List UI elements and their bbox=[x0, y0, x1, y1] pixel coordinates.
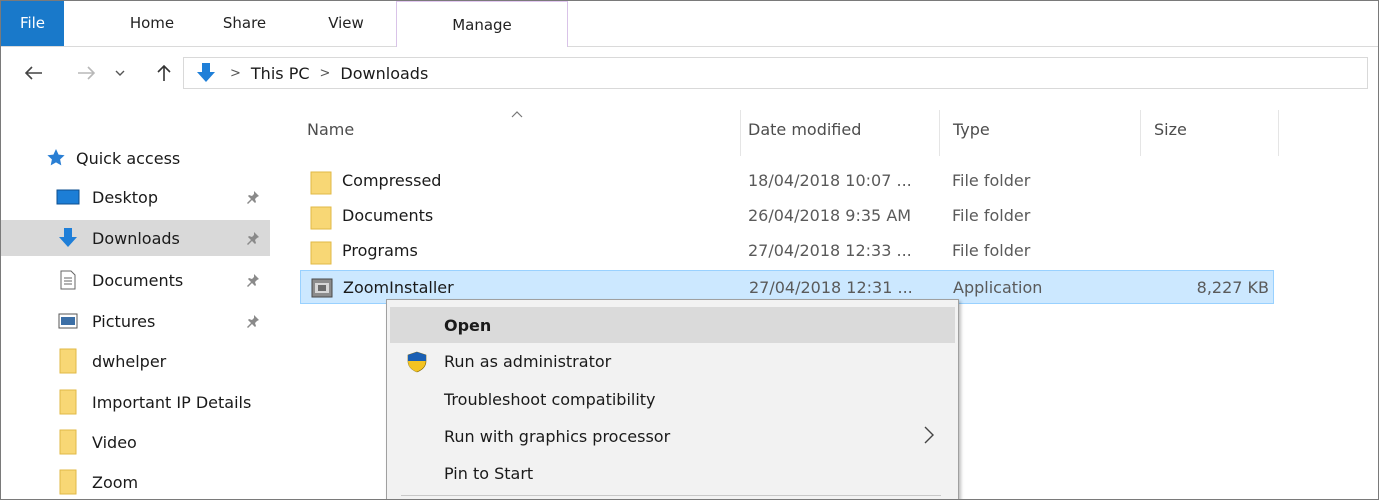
pin-icon[interactable] bbox=[246, 230, 260, 249]
pin-icon[interactable] bbox=[246, 272, 260, 291]
folder-icon bbox=[50, 389, 86, 415]
folder-icon bbox=[50, 348, 86, 374]
recent-locations-button[interactable] bbox=[111, 61, 129, 85]
folder-icon bbox=[310, 170, 332, 200]
breadcrumb-downloads[interactable]: Downloads bbox=[340, 64, 428, 83]
back-button[interactable] bbox=[22, 61, 46, 85]
nav-important-ip-details[interactable]: Important IP Details bbox=[0, 384, 270, 420]
breadcrumb-separator-icon: > bbox=[230, 65, 241, 81]
address-bar[interactable]: > This PC > Downloads bbox=[183, 57, 1368, 89]
navigation-pane: Quick access Desktop Downloads Documents… bbox=[0, 100, 272, 500]
menu-item-run-as-administrator[interactable]: Run as administrator bbox=[390, 343, 955, 379]
pin-icon[interactable] bbox=[246, 313, 260, 332]
column-header-date-modified[interactable]: Date modified bbox=[741, 100, 939, 162]
document-icon bbox=[50, 270, 86, 290]
menu-item-pin-to-start[interactable]: Pin to Start bbox=[390, 455, 955, 491]
file-row-programs[interactable]: Programs 27/04/2018 12:33 ... File folde… bbox=[300, 234, 1274, 268]
nav-pictures[interactable]: Pictures bbox=[0, 303, 270, 339]
uac-shield-icon bbox=[406, 351, 428, 377]
nav-video[interactable]: Video bbox=[0, 424, 270, 460]
column-header-name[interactable]: Name bbox=[300, 100, 740, 162]
navigation-bar: > This PC > Downloads bbox=[0, 47, 1379, 99]
folder-icon bbox=[310, 240, 332, 270]
breadcrumb-separator-icon: > bbox=[319, 65, 331, 81]
ribbon: File Home Share View Manage bbox=[0, 0, 1379, 48]
breadcrumb-this-pc[interactable]: This PC bbox=[251, 64, 310, 83]
nav-documents[interactable]: Documents bbox=[0, 262, 270, 298]
download-arrow-icon bbox=[50, 227, 86, 249]
column-divider[interactable] bbox=[1278, 110, 1279, 156]
arrow-up-icon bbox=[157, 64, 171, 81]
pin-icon[interactable] bbox=[246, 189, 260, 208]
folder-icon bbox=[50, 429, 86, 455]
pictures-icon bbox=[50, 313, 86, 329]
tab-view[interactable]: View bbox=[310, 0, 382, 46]
application-icon bbox=[311, 277, 333, 303]
menu-item-run-with-graphics-processor[interactable]: Run with graphics processor bbox=[390, 418, 955, 454]
file-row-compressed[interactable]: Compressed 18/04/2018 10:07 ... File fol… bbox=[300, 164, 1274, 198]
menu-item-troubleshoot-compatibility[interactable]: Troubleshoot compatibility bbox=[390, 381, 955, 417]
nav-zoom[interactable]: Zoom bbox=[0, 464, 270, 500]
folder-icon bbox=[50, 469, 86, 495]
nav-downloads[interactable]: Downloads bbox=[0, 220, 270, 256]
chevron-down-icon bbox=[115, 70, 125, 76]
chevron-right-icon bbox=[924, 426, 934, 448]
menu-item-open[interactable]: Open bbox=[390, 307, 955, 343]
up-button[interactable] bbox=[152, 61, 176, 85]
star-icon bbox=[42, 148, 70, 168]
arrow-right-icon bbox=[78, 66, 95, 80]
tab-share[interactable]: Share bbox=[201, 0, 288, 46]
forward-button[interactable] bbox=[74, 61, 98, 85]
download-arrow-icon bbox=[192, 62, 220, 84]
file-row-documents[interactable]: Documents 26/04/2018 9:35 AM File folder bbox=[300, 199, 1274, 233]
desktop-icon bbox=[50, 188, 86, 206]
tab-home[interactable]: Home bbox=[108, 0, 196, 46]
arrow-left-icon bbox=[25, 66, 42, 80]
column-header-size[interactable]: Size bbox=[1141, 100, 1278, 162]
context-menu: Open Run as administrator Troubleshoot c… bbox=[386, 299, 959, 500]
tab-manage[interactable]: Manage bbox=[396, 0, 568, 48]
nav-dwhelper[interactable]: dwhelper bbox=[0, 343, 270, 379]
menu-separator bbox=[401, 495, 941, 496]
nav-quick-access[interactable]: Quick access bbox=[0, 140, 270, 176]
column-header-type[interactable]: Type bbox=[940, 100, 1140, 162]
tab-file[interactable]: File bbox=[1, 0, 64, 46]
folder-icon bbox=[310, 205, 332, 235]
nav-desktop[interactable]: Desktop bbox=[0, 179, 270, 215]
